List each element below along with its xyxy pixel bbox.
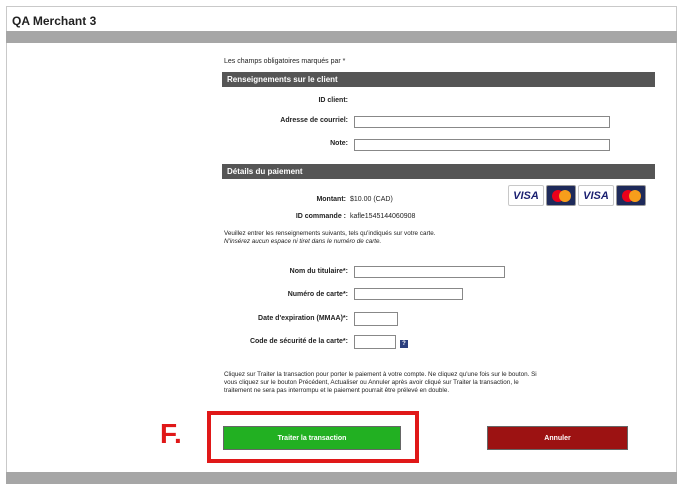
email-label: Adresse de courriel:: [280, 117, 348, 124]
debit-mastercard-logo: [616, 185, 646, 206]
amount-label: Montant:: [316, 196, 346, 203]
required-fields-note: Les champs obligatoires marqués par *: [224, 58, 346, 65]
footer-bar: [6, 472, 677, 484]
notice-line3: traitement ne sera pas interrompu et le …: [224, 387, 450, 394]
cvv-label: Code de sécurité de la carte*:: [249, 338, 348, 345]
notice-line2: vous cliquez sur le bouton Précédent, Ac…: [224, 379, 519, 386]
client-id-label: ID client:: [318, 97, 348, 104]
expiry-label: Date d'expiration (MMAA)*:: [258, 315, 348, 322]
cvv-help-icon[interactable]: ?: [400, 340, 408, 348]
payment-section-header: Détails du paiement: [222, 164, 655, 179]
note-label: Note:: [330, 140, 348, 147]
visa-logo: VISA: [508, 185, 544, 206]
notice-line1: Cliquez sur Traiter la transaction pour …: [224, 371, 537, 378]
expiry-field[interactable]: [354, 312, 398, 326]
mastercard-logo: [546, 185, 576, 206]
note-field[interactable]: [354, 139, 610, 151]
card-number-label: Numéro de carte*:: [287, 291, 348, 298]
client-section-header: Renseignements sur le client: [222, 72, 655, 87]
visa-debit-logo: VISA: [578, 185, 614, 206]
cvv-field[interactable]: [354, 335, 396, 349]
process-transaction-button[interactable]: Traiter la transaction: [223, 426, 401, 450]
header-bar: [6, 31, 677, 43]
step-marker: F.: [160, 418, 182, 449]
card-number-field[interactable]: [354, 288, 463, 300]
order-id-label: ID commande :: [295, 213, 346, 220]
holder-name-label: Nom du titulaire*:: [289, 268, 348, 275]
order-id-value: kafle1545144060908: [350, 213, 416, 220]
cancel-button[interactable]: Annuler: [487, 426, 628, 450]
amount-value: $10.00 (CAD): [350, 196, 393, 203]
card-instructions-line2: N'insérez aucun espace ni tiret dans le …: [224, 238, 382, 245]
merchant-title: QA Merchant 3: [12, 14, 97, 28]
card-instructions-line1: Veuillez entrer les renseignements suiva…: [224, 230, 436, 237]
holder-name-field[interactable]: [354, 266, 505, 278]
email-field[interactable]: [354, 116, 610, 128]
